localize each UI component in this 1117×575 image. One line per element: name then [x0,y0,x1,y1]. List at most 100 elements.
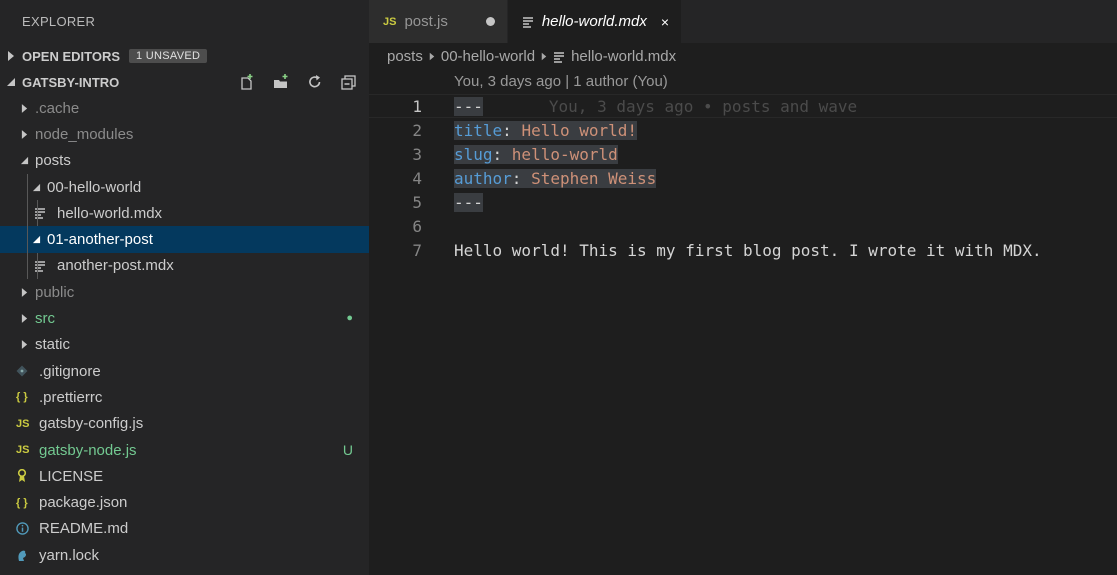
file-tree: .cache node_modulesposts 00-hello-world hel… [0,95,369,568]
chevron-down-icon [28,179,44,195]
unsaved-dot-icon[interactable] [485,17,495,26]
open-editors-label: OPEN EDITORS [22,48,121,64]
breadcrumb: posts 00-hello-world hello-world.mdx [369,43,1117,70]
refresh-icon[interactable] [305,72,325,92]
tree-file[interactable]: hello-world.mdx [0,200,369,226]
collapse-all-icon[interactable] [339,72,359,92]
tree-folder[interactable]: .cache [0,95,369,121]
tree-file[interactable]: { } package.json [0,489,369,515]
tree-file[interactable]: { } .prettierrc [0,384,369,410]
editor-tab[interactable]: JS post.js [369,0,508,43]
chevron-right-icon [16,100,32,116]
code-text: --- [454,192,483,212]
unsaved-badge: 1 UNSAVED [129,49,208,63]
breadcrumb-item[interactable]: posts [387,48,423,65]
open-editors-section[interactable]: OPEN EDITORS 1 UNSAVED [0,43,369,69]
codelens-blame[interactable]: You, 3 days ago | 1 author (You) [369,70,1117,94]
line-number: 7 [412,240,422,260]
code-line[interactable]: 2 title: Hello world! [369,118,1117,142]
tree-folder[interactable]: posts [0,148,369,174]
code-text: --- [454,96,483,116]
code-line[interactable]: 3 slug: hello-world [369,142,1117,166]
code-line[interactable]: 5 --- [369,190,1117,214]
tab-label: post.js [404,13,448,30]
tree-folder[interactable]: static [0,332,369,358]
new-folder-icon[interactable] [271,72,291,92]
tree-file[interactable]: JS gatsby-config.js [0,411,369,437]
line-number: 2 [412,120,422,140]
json-file-icon: { } [16,391,28,404]
line-number: 4 [412,168,422,188]
tree-file[interactable]: LICENSE [0,463,369,489]
inline-blame: You, 3 days ago • posts and wave [548,96,858,116]
javascript-file-icon: JS [16,417,30,430]
chevron-right-icon [16,126,32,142]
editor-area: JS post.js hello-world.mdx × posts 00-hello-… [369,0,1117,575]
yaml-value: Stephen Weiss [531,168,657,188]
breadcrumb-item[interactable]: hello-world.mdx [571,48,676,65]
code-line[interactable]: 6 [369,214,1117,238]
tree-file[interactable]: README.md [0,516,369,542]
markdown-file-icon [522,16,534,28]
chevron-right-icon [16,311,32,327]
yaml-key: title [454,120,503,140]
explorer-title: EXPLORER [22,14,96,29]
tree-file[interactable]: yarn.lock [0,542,369,568]
chevron-right-icon [541,52,547,61]
yaml-value: hello-world [511,144,618,164]
tree-item-label: LICENSE [39,467,104,485]
tree-item-label: 01-another-post [47,231,153,249]
tree-item-label: public [35,283,75,301]
tree-folder[interactable]: 00-hello-world [0,174,369,200]
tree-file[interactable]: .gitignore [0,358,369,384]
yaml-value: Hello world! [521,120,638,140]
project-section[interactable]: GATSBY-INTRO [0,69,369,95]
tree-item-label: package.json [39,494,128,512]
tree-item-label: .cache [35,99,80,117]
explorer-sidebar: EXPLORER OPEN EDITORS 1 UNSAVED GATSBY-I… [0,0,369,575]
indent-guide [27,173,28,280]
new-file-icon[interactable] [237,72,257,92]
code-text: Hello world! This is my first blog post.… [454,240,1042,260]
chevron-right-icon [0,51,22,61]
line-number: 3 [412,144,422,164]
info-file-icon [16,521,36,537]
breadcrumb-item[interactable]: 00-hello-world [441,48,535,65]
line-content: --- [454,192,483,212]
yarn-file-icon [16,547,36,563]
tree-file[interactable]: JS gatsby-node.js U [0,437,369,463]
project-label: GATSBY-INTRO [22,74,120,90]
tree-item-label: posts [35,152,71,170]
license-file-icon [16,468,36,484]
tree-file[interactable]: another-post.mdx [0,253,369,279]
code-line[interactable]: 7 Hello world! This is my first blog post… [369,238,1117,262]
line-number: 6 [412,216,422,236]
code-editor[interactable]: 1 --- You, 3 days ago • posts and wave 2 tit… [369,94,1117,262]
chevron-down-icon [16,153,32,169]
tree-item-label: hello-world.mdx [57,204,163,222]
close-icon[interactable]: × [661,14,669,30]
chevron-right-icon [429,52,435,61]
tree-folder[interactable]: node_modules [0,121,369,147]
editor-tab[interactable]: hello-world.mdx × [507,0,683,43]
git-file-icon [16,363,36,379]
code-line[interactable]: 1 --- You, 3 days ago • posts and wave [369,94,1117,118]
modified-dot-icon: ● [346,312,353,325]
line-content: Hello world! This is my first blog post.… [454,241,1042,260]
tree-item-label: gatsby-config.js [39,415,144,433]
tab-label: hello-world.mdx [541,13,647,30]
chevron-right-icon [16,284,32,300]
chevron-down-icon [0,77,22,87]
tree-folder[interactable]: src ● [0,305,369,331]
indent-guide [37,200,38,227]
tree-folder[interactable]: 01-another-post [0,226,369,253]
tree-item-label: static [35,336,71,354]
indent-guide [37,252,38,279]
tree-folder[interactable]: public [0,279,369,305]
chevron-right-icon [16,337,32,353]
code-text: : [511,168,532,188]
line-content: author: Stephen Weiss [454,168,657,188]
code-line[interactable]: 4 author: Stephen Weiss [369,166,1117,190]
yaml-key: slug [454,144,493,164]
javascript-file-icon: JS [16,444,30,456]
